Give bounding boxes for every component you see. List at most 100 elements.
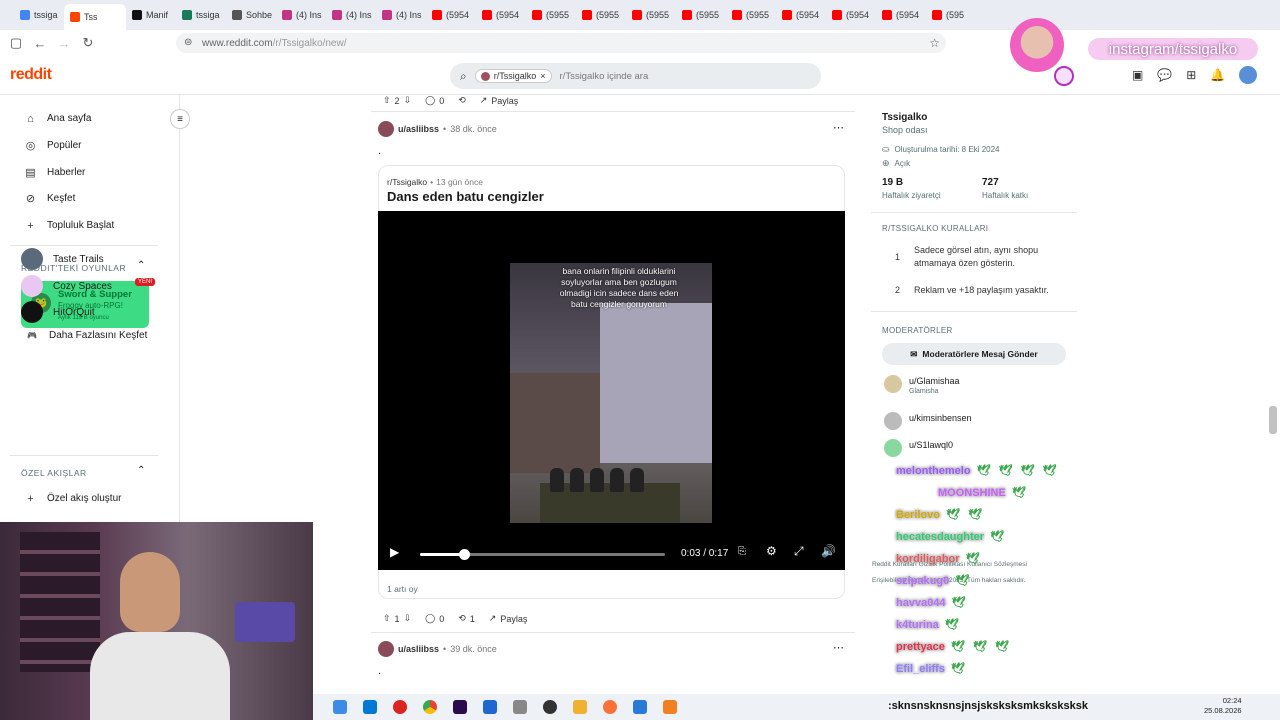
upvote-icon[interactable]: ⇧ (383, 613, 391, 624)
app-icon[interactable] (633, 700, 647, 714)
browser-tab[interactable]: (5954 (776, 3, 826, 27)
browser-tab[interactable]: (5955 (526, 3, 576, 27)
browser-tab[interactable]: (5955 (726, 3, 776, 27)
author-avatar[interactable] (378, 641, 394, 657)
browser-tab[interactable]: Manif (126, 3, 176, 27)
mod-name[interactable]: u/S1lawql0 (909, 440, 953, 450)
mod-name[interactable]: u/Glamishaa (909, 376, 960, 386)
mod-name[interactable]: u/kimsinbensen (909, 413, 972, 423)
start-icon[interactable] (333, 700, 347, 714)
firefox-icon[interactable] (603, 700, 617, 714)
browser-tab[interactable]: tssiga (14, 3, 64, 27)
volume-icon[interactable]: 🔊 (821, 544, 836, 558)
mod-avatar[interactable] (884, 439, 902, 457)
nav-item[interactable]: ⌂ Ana sayfa (24, 112, 91, 125)
chat-icon[interactable]: 💬 (1157, 68, 1172, 84)
video-progress-track[interactable] (420, 549, 665, 560)
mod-avatar[interactable] (884, 412, 902, 430)
chevron-up-icon[interactable]: ⌃ (137, 465, 145, 476)
vlc-icon[interactable] (663, 700, 677, 714)
chrome-icon[interactable] (423, 700, 437, 714)
create-post-icon[interactable]: ⊞ (1186, 68, 1196, 84)
back-icon[interactable]: ← (32, 35, 48, 51)
address-bar[interactable]: ⊜ www.reddit.com/r/Tssigalko/new/ ☆ (176, 33, 946, 53)
share-button[interactable]: ↗ Paylaş (489, 613, 528, 624)
game-item[interactable]: Cozy Spaces (21, 275, 112, 297)
chevron-up-icon[interactable]: ⌃ (137, 260, 145, 271)
browser-tab[interactable]: Tss (64, 4, 126, 30)
message-mods-button[interactable]: ✉ Moderatörlere Mesaj Gönder (882, 343, 1066, 365)
downvote-icon[interactable]: ⇩ (404, 613, 412, 624)
browser-tab[interactable]: (5954 (826, 3, 876, 27)
browser-tab[interactable]: tssiga (176, 3, 226, 27)
avatar[interactable] (1239, 66, 1258, 84)
app-icon[interactable] (513, 700, 527, 714)
reload-icon[interactable]: ↻ (80, 35, 96, 51)
downvote-icon[interactable]: ⇩ (404, 95, 412, 106)
browser-tab[interactable]: (4) Ins (326, 3, 376, 27)
play-icon[interactable]: ▶ (390, 545, 399, 559)
captions-icon[interactable]: ⎘ (738, 546, 746, 557)
chip-close-icon[interactable]: × (540, 71, 545, 81)
more-options-icon[interactable]: ⋯ (833, 641, 844, 654)
browser-tab[interactable]: (595 (926, 3, 976, 27)
video-scrubber[interactable] (459, 549, 471, 560)
search-bar[interactable]: ⌕ r/Tssigalko × r/Tssigalko içinde ara (450, 63, 821, 89)
site-info-icon[interactable]: ⊜ (184, 37, 192, 48)
more-options-icon[interactable]: ⋯ (833, 121, 844, 134)
feeds-section-header[interactable]: ÖZEL AKIŞLAR (21, 468, 87, 478)
post-author[interactable]: u/asliibss (398, 124, 439, 134)
rule-1-text[interactable]: Sadece görsel atın, aynı shopu atmamaya … (914, 244, 1064, 270)
mod-avatar[interactable] (884, 375, 902, 393)
reddit-logo[interactable]: reddit (10, 66, 52, 84)
browser-tab[interactable]: (4) Ins (376, 3, 426, 27)
ads-icon[interactable]: ▣ (1132, 68, 1143, 84)
sidebar-toggle-icon[interactable]: ▢ (8, 35, 24, 51)
browser-tab[interactable]: (5955 (576, 3, 626, 27)
browser-tab[interactable]: Sohbe (226, 3, 276, 27)
folder-icon[interactable] (573, 700, 587, 714)
chat-message: kordiligabor 🕊 (896, 552, 988, 565)
app-icon[interactable] (483, 700, 497, 714)
crosspost-title[interactable]: Dans eden batu cengizler (387, 189, 544, 204)
bookmark-star-icon[interactable]: ☆ (929, 36, 940, 50)
fullscreen-icon[interactable]: ⤢ (794, 544, 804, 559)
repost-button[interactable]: ⟲ 1 (458, 613, 475, 624)
nav-item-label: Keşfet (47, 193, 76, 204)
bird-emote-icon: 🕊🕊🕊🕊 (976, 465, 1065, 477)
premiere-icon[interactable] (453, 700, 467, 714)
upvote-icon[interactable]: ⇧ (383, 95, 391, 106)
next-post-time: 39 dk. önce (450, 644, 497, 654)
nav-item[interactable]: + Topluluk Başlat (24, 219, 114, 232)
game-item[interactable]: Taste Trails (21, 248, 104, 270)
create-feed-button[interactable]: + Özel akış oluştur (24, 492, 121, 505)
outlook-icon[interactable] (363, 700, 377, 714)
video-player[interactable]: bana onlarin filipinli olduklarini soylu… (378, 211, 845, 570)
browser-tab[interactable]: (5954 (876, 3, 926, 27)
browser-tab[interactable]: (5954 (426, 3, 476, 27)
next-post-author[interactable]: u/asliibss (398, 644, 439, 654)
nav-item[interactable]: ◎ Popüler (24, 139, 82, 152)
browser-tab[interactable]: (4) Ins (276, 3, 326, 27)
browser-tab[interactable]: (5955 (676, 3, 726, 27)
author-avatar[interactable] (378, 121, 394, 137)
nav-item[interactable]: ⊘ Keşfet (24, 192, 75, 205)
notifications-icon[interactable]: 🔔 (1210, 68, 1225, 84)
forward-icon[interactable]: → (56, 35, 72, 51)
browser-tab[interactable]: (5954 (476, 3, 526, 27)
rule-2-text[interactable]: Reklam ve +18 paylaşım yasaktır. (914, 285, 1074, 295)
subreddit-chip[interactable]: r/Tssigalko × (474, 69, 552, 83)
game-item[interactable]: HitOrQuit (21, 301, 95, 323)
repost-button[interactable]: ⟲ (458, 95, 466, 106)
page-scrollbar[interactable] (1269, 406, 1277, 434)
nav-item[interactable]: ▤ Haberler (24, 166, 85, 179)
obs-icon[interactable] (543, 700, 557, 714)
share-button[interactable]: ↗ Paylaş (480, 95, 519, 106)
browser-tab[interactable]: (5955 (626, 3, 676, 27)
settings-icon[interactable]: ⚙ (766, 544, 777, 558)
comments-button[interactable]: ◯ 0 (425, 613, 444, 624)
comments-button[interactable]: ◯ 0 (425, 95, 444, 106)
game-item[interactable]: 🎮 Daha Fazlasını Keşfet (21, 328, 147, 342)
crosspost-subreddit[interactable]: r/Tssigalko (387, 177, 427, 187)
opera-icon[interactable] (393, 700, 407, 714)
